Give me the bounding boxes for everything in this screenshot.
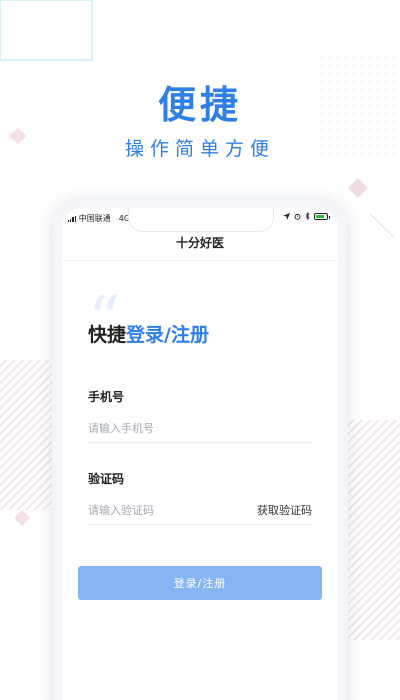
bluetooth-icon bbox=[305, 212, 310, 220]
heading-accent: 登录/注册 bbox=[126, 324, 209, 346]
login-register-button[interactable]: 登录/注册 bbox=[78, 566, 322, 600]
code-input[interactable] bbox=[88, 498, 238, 522]
get-code-button[interactable]: 获取验证码 bbox=[257, 502, 312, 518]
page-heading: 快捷登录/注册 bbox=[88, 320, 209, 347]
phone-divider bbox=[88, 442, 312, 443]
phone-notch bbox=[128, 208, 274, 232]
status-right bbox=[283, 212, 330, 220]
alarm-icon bbox=[294, 213, 301, 220]
hero-title: 便捷 bbox=[157, 83, 242, 127]
code-label: 验证码 bbox=[88, 472, 125, 486]
hero-subtitle: 操作简单方便 bbox=[124, 138, 275, 160]
nav-divider bbox=[62, 260, 338, 261]
battery-icon bbox=[314, 212, 330, 220]
phone-screen: 中国联通 4G 十分好医 “ 快捷登录/注册 手机号 验证码 获取验证码 登录/… bbox=[62, 208, 338, 700]
location-icon bbox=[283, 212, 290, 220]
phone-label: 手机号 bbox=[88, 390, 125, 404]
phone-input[interactable] bbox=[88, 416, 312, 440]
heading-plain: 快捷 bbox=[88, 324, 127, 346]
carrier-label: 中国联通 bbox=[78, 214, 111, 223]
signal-icon bbox=[68, 215, 76, 222]
code-divider bbox=[88, 524, 312, 525]
app-title: 十分好医 bbox=[175, 236, 224, 250]
status-left: 中国联通 4G bbox=[68, 213, 130, 224]
